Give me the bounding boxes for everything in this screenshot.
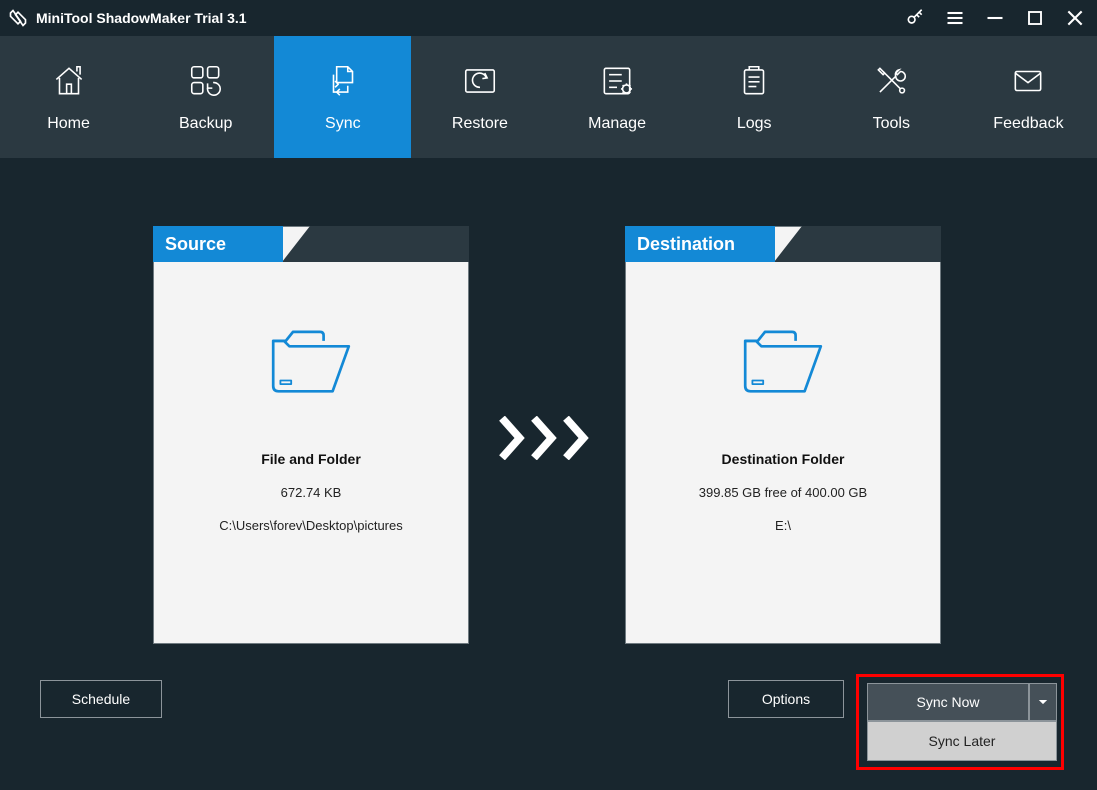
sync-now-button[interactable]: Sync Now [867,683,1029,721]
sync-highlight-box: Sync Now Sync Later [856,674,1064,770]
destination-title: Destination Folder [722,451,845,467]
close-icon[interactable] [1065,8,1085,28]
backup-icon [186,61,226,101]
nav-feedback[interactable]: Feedback [960,36,1097,158]
sync-now-dropdown-toggle[interactable] [1029,683,1057,721]
app-title: MiniTool ShadowMaker Trial 3.1 [36,10,247,26]
nav-home[interactable]: Home [0,36,137,158]
nav-backup[interactable]: Backup [137,36,274,158]
tools-icon [871,61,911,101]
feedback-icon [1008,61,1048,101]
source-header-label: Source [153,226,283,262]
nav-manage[interactable]: Manage [549,36,686,158]
nav-label: Restore [452,115,508,133]
nav-label: Backup [179,115,232,133]
home-icon [49,61,89,101]
menu-icon[interactable] [945,8,965,28]
options-button-label: Options [762,691,810,707]
source-title: File and Folder [261,451,361,467]
nav-label: Home [47,115,90,133]
nav-label: Tools [873,115,910,133]
nav-logs[interactable]: Logs [686,36,823,158]
maximize-icon[interactable] [1025,8,1045,28]
options-button[interactable]: Options [728,680,844,718]
folder-icon [738,319,828,397]
source-path: C:\Users\forev\Desktop\pictures [219,518,403,533]
nav-restore[interactable]: Restore [411,36,548,158]
titlebar-left: MiniTool ShadowMaker Trial 3.1 [8,8,247,28]
minimize-icon[interactable] [985,8,1005,28]
source-panel-body: File and Folder 672.74 KB C:\Users\forev… [154,263,468,643]
sync-icon [323,61,363,101]
source-size: 672.74 KB [281,485,342,500]
nav-sync[interactable]: Sync [274,36,411,158]
nav-label: Feedback [993,115,1063,133]
restore-icon [460,61,500,101]
destination-panel-header: Destination .panel.dest .tristrip{clip-p… [626,227,940,263]
destination-panel-body: Destination Folder 399.85 GB free of 400… [626,263,940,643]
nav-label: Sync [325,115,361,133]
sync-now-label: Sync Now [916,694,979,710]
sync-now-split-button: Sync Now [867,683,1057,721]
navbar: Home Backup Sync Restore Manage Logs T [0,36,1097,158]
nav-tools[interactable]: Tools [823,36,960,158]
schedule-button-label: Schedule [72,691,130,707]
main-area: Source File and Folder 672.74 KB C:\User… [0,158,1097,790]
app-logo-icon [8,8,28,28]
destination-path: E:\ [775,518,791,533]
titlebar: MiniTool ShadowMaker Trial 3.1 [0,0,1097,36]
sync-later-menu-item[interactable]: Sync Later [867,721,1057,761]
nav-label: Manage [588,115,646,133]
manage-icon [597,61,637,101]
schedule-button[interactable]: Schedule [40,680,162,718]
source-panel[interactable]: Source File and Folder 672.74 KB C:\User… [153,226,469,644]
logs-icon [734,61,774,101]
transfer-arrows-icon [498,416,592,460]
destination-panel[interactable]: Destination .panel.dest .tristrip{clip-p… [625,226,941,644]
key-icon[interactable] [905,8,925,28]
nav-label: Logs [737,115,772,133]
sync-later-label: Sync Later [929,733,996,749]
destination-free: 399.85 GB free of 400.00 GB [699,485,867,500]
titlebar-right [905,8,1085,28]
source-panel-header: Source [154,227,468,263]
destination-header-label: Destination [625,226,775,262]
folder-icon [266,319,356,397]
caret-down-icon [1038,693,1048,711]
